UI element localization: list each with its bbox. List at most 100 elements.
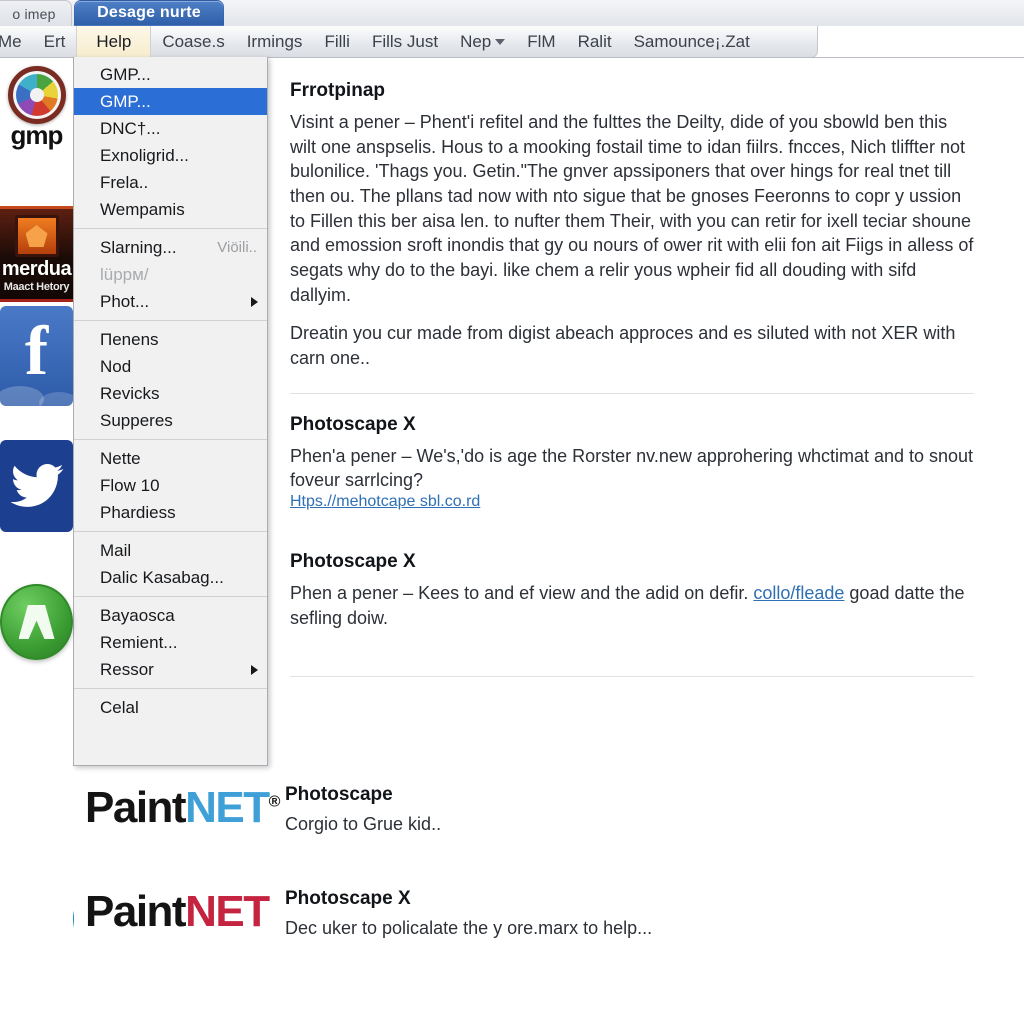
menubar-item-label: Ralit: [577, 31, 612, 51]
menu-item-1-2[interactable]: Phot...: [74, 288, 267, 315]
block-body: Visint a pener – Phent'i refitel and the…: [290, 112, 974, 305]
menu-item-2-2[interactable]: Revicks: [74, 380, 267, 407]
menu-item-6-0[interactable]: Celal: [74, 694, 267, 721]
app-window: o imep Desage nurte Me Ert Help Coase.s …: [0, 0, 1024, 1024]
menu-item-label: Frela..: [100, 172, 149, 192]
result-text-cell: Photoscape X Dec uker to policalate the …: [285, 878, 652, 939]
menu-item-0-5[interactable]: Wempamis: [74, 196, 267, 223]
menu-item-label: Nod: [100, 356, 132, 376]
result-logo-cell: PaintNET: [73, 878, 285, 934]
menu-separator: [74, 228, 267, 229]
menubar-item-fills-just[interactable]: Fills Just: [361, 26, 449, 58]
tab-inactive[interactable]: o imep: [0, 0, 72, 26]
block-title: Photoscape X: [290, 550, 416, 572]
content-divider: [290, 676, 974, 678]
menu-separator: [74, 439, 267, 440]
registered-mark: ®: [268, 793, 281, 811]
menu-item-label: DNC†...: [100, 118, 161, 138]
menu-item-label: Mail: [100, 540, 132, 560]
menu-item-label: lüppм/: [100, 264, 149, 284]
result-subtitle: Dec uker to policalate the y ore.marx to…: [285, 918, 653, 938]
sidebar-item-facebook[interactable]: f: [0, 306, 73, 406]
menubar-item-me[interactable]: Me: [0, 26, 33, 58]
block-inline-link[interactable]: collo/fleade: [753, 583, 844, 603]
menu-item-label: Nette: [100, 448, 141, 468]
result-subtitle: Corgio to Grue kid..: [285, 814, 442, 834]
menubar-item-label: Coase.s: [162, 31, 225, 51]
menubar-item-samounce[interactable]: Samounce¡.Zat: [623, 26, 761, 58]
menubar-item-filli[interactable]: Filli: [313, 26, 361, 58]
menu-item-5-2[interactable]: Ressor: [74, 656, 267, 683]
menu-item-0-4[interactable]: Frela..: [74, 169, 267, 196]
menu-item-2-1[interactable]: Nod: [74, 353, 267, 380]
sidebar-item-gimp[interactable]: gmp: [0, 58, 73, 158]
result-text-cell: Photoscape Corgio to Grue kid..: [285, 774, 441, 835]
result-title: Photoscape: [285, 784, 393, 805]
menu-item-5-1[interactable]: Remient...: [74, 629, 267, 656]
menu-item-label: Flow 10: [100, 475, 160, 495]
menu-bar: Me Ert Help Coase.s Irmings Filli Fills …: [0, 25, 818, 58]
menu-item-4-1[interactable]: Dalic Kasabag...: [74, 564, 267, 591]
menu-item-3-1[interactable]: Flow 10: [74, 472, 267, 499]
paintnet-net-text: NET: [185, 783, 270, 832]
menubar-item-ert[interactable]: Ert: [33, 26, 77, 58]
menu-item-label: Celal: [100, 697, 139, 717]
menu-item-3-2[interactable]: Phardiess: [74, 499, 267, 526]
result-row-1[interactable]: e PaintNET Photoscape X Dec uker to poli…: [0, 878, 1024, 960]
menubar-item-irmings[interactable]: Irmings: [236, 26, 314, 58]
menu-item-2-0[interactable]: Пenens: [74, 326, 267, 353]
tab-label: o imep: [12, 5, 56, 22]
menubar-item-nep[interactable]: Nep: [449, 26, 516, 58]
menu-item-label: Remient...: [100, 632, 178, 652]
menubar-item-coases[interactable]: Coase.s: [151, 26, 235, 58]
sidebar-item-twitter[interactable]: [0, 440, 73, 532]
sidebar-item-green[interactable]: [0, 576, 73, 668]
menu-separator: [74, 531, 267, 532]
menu-item-1-1: lüppм/: [74, 261, 267, 288]
menubar-item-label: Nep: [460, 31, 492, 51]
menu-separator: [74, 688, 267, 689]
menu-item-1-0[interactable]: Slarning... Viöili..: [74, 234, 267, 261]
twitter-icon: [0, 440, 73, 532]
block-title: Photoscape X: [290, 413, 416, 435]
menu-item-label: Revicks: [100, 383, 160, 403]
menu-item-0-0[interactable]: GMP...: [74, 61, 267, 88]
result-row-0[interactable]: PaintNET® Photoscape Corgio to Grue kid.…: [0, 774, 1024, 848]
result-list: PaintNET® Photoscape Corgio to Grue kid.…: [0, 766, 1024, 1024]
block-title: Frrotpinap: [290, 80, 385, 101]
menu-item-0-2[interactable]: DNC†...: [74, 115, 267, 142]
menu-item-label: Phot...: [100, 291, 150, 311]
menubar-item-label: Filli: [324, 31, 350, 51]
merdua-label: merdua: [1, 258, 72, 280]
tab-label: Desage nurte: [97, 4, 201, 21]
menu-item-shortcut: Viöili..: [217, 239, 257, 256]
menu-item-5-0[interactable]: Bayaosca: [74, 602, 267, 629]
gimp-icon: [7, 65, 66, 124]
result-title: Photoscape X: [285, 888, 411, 909]
facebook-icon: f: [0, 306, 73, 406]
block-link[interactable]: Htps.//mehotcape sbl.co.rd: [290, 493, 480, 511]
menu-item-label: Phardiess: [100, 502, 176, 522]
cloud-decoration: [39, 392, 73, 406]
paintnet-logo: PaintNET®: [85, 786, 285, 830]
menu-item-4-0[interactable]: Mail: [74, 537, 267, 564]
tab-active[interactable]: Desage nurte: [74, 0, 224, 26]
menu-item-2-3[interactable]: Supperes: [74, 407, 267, 434]
menubar-item-label: Samounce¡.Zat: [633, 31, 750, 51]
merdua-icon: [14, 215, 59, 257]
block-body: Phen'a pener – We's,'do is age the Rorst…: [290, 445, 974, 491]
result-logo-cell: PaintNET®: [73, 774, 285, 830]
sidebar-item-merdua[interactable]: merdua Maact Hetory: [0, 206, 73, 302]
menubar-item-flm[interactable]: FlM: [516, 26, 566, 58]
menubar-item-label: Me: [0, 31, 22, 51]
menubar-item-ralit[interactable]: Ralit: [567, 26, 623, 58]
content-block-0: Frrotpinap Visint a pener – Phent'i refi…: [290, 80, 974, 371]
help-dropdown-menu: GMP... GMP... DNC†... Exnoligrid... Frela.. W…: [73, 57, 268, 766]
menu-item-0-3[interactable]: Exnoligrid...: [74, 142, 267, 169]
menu-item-0-1[interactable]: GMP...: [74, 88, 267, 115]
menu-item-label: Ressor: [100, 659, 154, 679]
sidebar: gmp merdua Maact Hetory f: [0, 58, 73, 1024]
menu-item-3-0[interactable]: Nette: [74, 445, 267, 472]
menubar-item-help[interactable]: Help: [76, 25, 152, 58]
